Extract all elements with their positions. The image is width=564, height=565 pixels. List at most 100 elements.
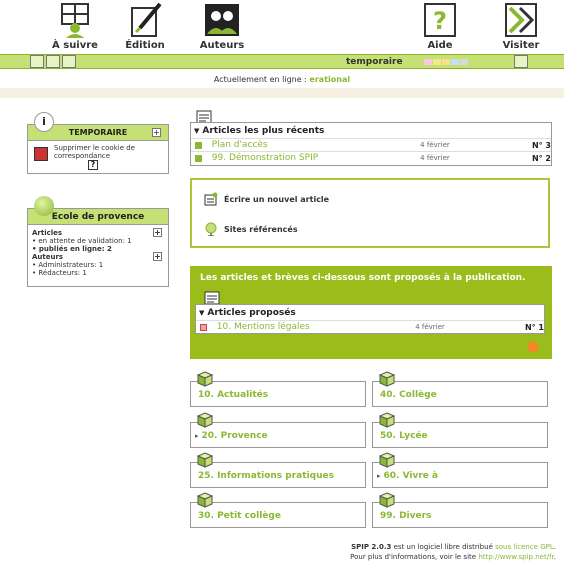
article-title[interactable]: 99. Démonstration SPIP — [212, 153, 420, 163]
spip-version: SPIP 2.0.3 — [351, 543, 392, 551]
write-article-label: Écrire un nouvel article — [224, 194, 330, 204]
color-swatch-blue[interactable] — [451, 59, 459, 65]
authors-redactors: Rédacteurs: 1 — [38, 269, 87, 277]
svg-text:?: ? — [433, 7, 447, 35]
rubrique-label: 20. Provence — [201, 431, 268, 441]
table-row[interactable]: Plan d'accès 4 février N° 3 — [191, 138, 551, 151]
referenced-sites-label: Sites référencés — [224, 224, 298, 234]
articles-icon — [204, 291, 220, 305]
article-date: 4 février — [415, 323, 445, 331]
rubrique-lycee[interactable]: 50. Lycée — [372, 422, 548, 448]
spip-site-link[interactable]: http://www.spip.net/fr — [478, 553, 553, 561]
help-icon: ? — [424, 3, 456, 37]
color-swatch-yellow[interactable] — [433, 59, 441, 65]
rubrique-college[interactable]: 40. Collège — [372, 381, 548, 407]
display-mode-icon[interactable] — [30, 55, 44, 68]
recent-articles-header[interactable]: ▼ Articles les plus récents — [191, 123, 551, 138]
nav-help-label: Aide — [427, 40, 453, 51]
quick-actions-box: Écrire un nouvel article Sites référencé… — [190, 178, 550, 248]
temporaire-box: TEMPORAIRE + Supprimer le cookie de corr… — [27, 124, 169, 174]
rubrique-label: 50. Lycée — [380, 431, 428, 441]
collapse-arrow-icon[interactable]: ▼ — [194, 127, 199, 135]
rubrique-label: 99. Divers — [380, 511, 432, 521]
gpl-license-link[interactable]: sous licence GPL — [495, 543, 554, 551]
rubrique-label: 10. Actualités — [198, 390, 269, 400]
help-icon[interactable]: ? — [88, 160, 98, 170]
nav-follow-label: À suivre — [52, 40, 98, 51]
expand-arrow-icon[interactable]: ▸ — [377, 472, 381, 480]
articles-toggle[interactable]: + — [153, 228, 162, 237]
published-status-icon — [195, 141, 202, 149]
rubrique-vivre-a[interactable]: ▸ 60. Vivre à — [372, 462, 548, 488]
delete-cookie-link[interactable]: Supprimer le cookie de correspondance — [54, 144, 164, 160]
nav-authors-label: Auteurs — [199, 40, 245, 51]
visit-icon — [505, 3, 537, 37]
nav-edit[interactable]: Édition — [110, 2, 180, 52]
referenced-sites-link[interactable]: Sites référencés — [204, 222, 298, 236]
temporaire-toggle[interactable]: + — [152, 128, 161, 137]
rubrique-informations-pratiques[interactable]: 25. Informations pratiques — [190, 462, 366, 488]
rubrique-label: 25. Informations pratiques — [198, 471, 334, 481]
rubrique-label: 40. Collège — [380, 390, 437, 400]
rubrique-cube-icon — [379, 412, 395, 428]
authors-icon — [205, 4, 239, 36]
secondary-toolbar: temporaire — [0, 54, 564, 69]
article-number: N° 1 — [524, 322, 544, 332]
authors-toggle[interactable]: + — [153, 252, 162, 261]
color-swatch-pink[interactable] — [424, 59, 432, 65]
rubrique-cube-icon — [197, 492, 213, 508]
search-icon[interactable] — [62, 55, 76, 68]
delete-cookie-icon[interactable] — [34, 147, 48, 161]
nav-edit-label: Édition — [125, 40, 165, 51]
rubrique-divers[interactable]: 99. Divers — [372, 502, 548, 528]
footer-punct: . — [553, 553, 556, 561]
top-navigation: À suivre Édition Auteurs ? Aide Visiter — [0, 0, 564, 53]
new-article-icon — [204, 192, 218, 206]
collapse-arrow-icon[interactable]: ▼ — [199, 309, 204, 317]
footer-text: est un logiciel libre distribué — [391, 543, 496, 551]
article-date: 4 février — [420, 154, 450, 162]
color-swatch-grey[interactable] — [460, 59, 468, 65]
table-row[interactable]: 10. Mentions légales 4 février N° 1 — [196, 320, 544, 333]
recent-articles-panel: ▼ Articles les plus récents Plan d'accès… — [190, 122, 552, 166]
site-title[interactable]: temporaire — [346, 57, 403, 67]
recent-articles-title: Articles les plus récents — [202, 125, 325, 136]
rubrique-actualites[interactable]: 10. Actualités — [190, 381, 366, 407]
nav-visit-label: Visiter — [502, 40, 540, 51]
nav-authors[interactable]: Auteurs — [187, 2, 257, 52]
article-date: 4 février — [420, 141, 450, 149]
online-user-link[interactable]: erational — [309, 75, 350, 84]
proposed-articles-header[interactable]: ▼ Articles proposés — [196, 305, 544, 320]
article-number: N° 2 — [531, 153, 551, 163]
footer-text: Pour plus d'informations, voir le site — [350, 553, 479, 561]
table-row[interactable]: 99. Démonstration SPIP 4 février N° 2 — [191, 151, 551, 164]
site-stats-box: Ecole de provence Articles + • en attent… — [27, 208, 169, 287]
rubrique-cube-icon — [379, 452, 395, 468]
proposed-articles-panel: ▼ Articles proposés 10. Mentions légales… — [195, 304, 545, 334]
color-swatch-orange[interactable] — [442, 59, 450, 65]
rubrique-cube-icon — [197, 452, 213, 468]
rubrique-provence[interactable]: ▸ 20. Provence — [190, 422, 366, 448]
cursor-icon[interactable] — [46, 55, 60, 68]
rubrique-cube-icon — [379, 492, 395, 508]
article-title[interactable]: Plan d'accès — [212, 140, 420, 150]
proposed-notice: Les articles et brèves ci-dessous sont p… — [200, 273, 526, 283]
proposed-articles-title: Articles proposés — [207, 307, 296, 318]
page-footer: SPIP 2.0.3 est un logiciel libre distrib… — [350, 542, 556, 562]
write-article-link[interactable]: Écrire un nouvel article — [204, 192, 329, 206]
rubrique-cube-icon — [197, 412, 213, 428]
proposed-status-icon — [200, 323, 207, 331]
color-selector[interactable] — [424, 59, 468, 65]
article-number: N° 3 — [531, 140, 551, 150]
nav-help[interactable]: ? Aide — [405, 2, 475, 52]
articles-label: Articles — [32, 229, 63, 237]
nav-follow[interactable]: À suivre — [40, 2, 110, 52]
rss-icon[interactable] — [528, 342, 538, 352]
rubrique-cube-icon — [379, 371, 395, 387]
nav-visit[interactable]: Visiter — [486, 2, 556, 52]
article-title[interactable]: 10. Mentions légales — [217, 322, 415, 332]
rubrique-petit-college[interactable]: 30. Petit collège — [190, 502, 366, 528]
visit-site-icon[interactable] — [514, 55, 528, 68]
expand-arrow-icon[interactable]: ▸ — [195, 432, 199, 440]
proposed-articles-section: Les articles et brèves ci-dessous sont p… — [190, 266, 552, 359]
